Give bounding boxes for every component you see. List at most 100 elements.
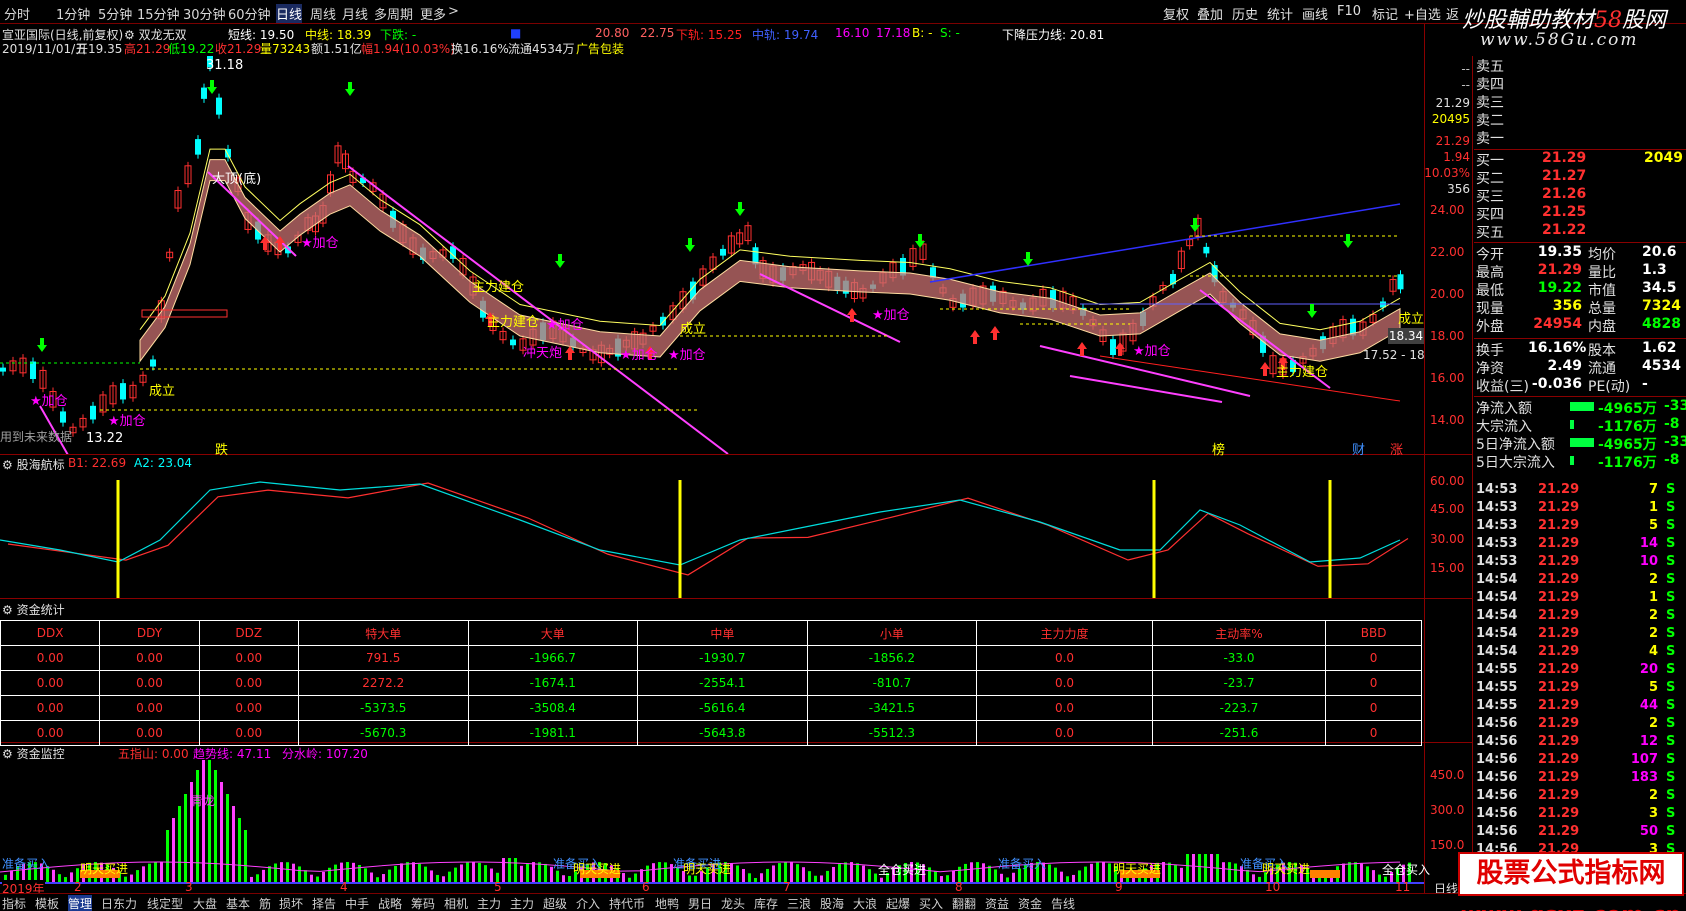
tick-row[interactable]: 14:54 21.29 2 S (1474, 608, 1686, 626)
bottom-tab[interactable]: 起爆 (886, 895, 910, 911)
bottom-tab[interactable]: 筋 (259, 895, 271, 911)
tick-row[interactable]: 14:55 21.29 5 S (1474, 680, 1686, 698)
bottom-tab[interactable]: 告线 (1051, 895, 1075, 911)
tick-row[interactable]: 14:56 21.29 107 S (1474, 752, 1686, 770)
bottom-tab[interactable]: 资金 (1018, 895, 1042, 911)
tick-price: 21.29 (1538, 680, 1580, 695)
funds-col-6[interactable]: 小单 (806, 620, 978, 646)
f10-button[interactable]: F10 (1337, 4, 1361, 19)
bottom-tab[interactable]: 线定型 (147, 895, 183, 911)
oscillator-chart[interactable] (0, 470, 1424, 598)
monitor-settings-icon[interactable]: ⚙ (2, 747, 17, 761)
period-daily[interactable]: 日线 (276, 4, 303, 23)
overlay-button[interactable]: 叠加 (1197, 4, 1223, 23)
table-row[interactable]: 0.00 0.00 0.00 2272.2 -1674.1 -2554.1 -810.7 0.… (0, 670, 1422, 696)
tick-time: 14:55 (1476, 680, 1518, 695)
table-row[interactable]: 0.00 0.00 0.00 -5373.5 -3508.4 -5616.4 -3421.5… (0, 695, 1422, 721)
period-monthly[interactable]: 月线 (342, 4, 368, 23)
history-button[interactable]: 历史 (1232, 4, 1258, 23)
table-row[interactable]: 0.00 0.00 0.00 791.5 -1966.7 -1930.7 -1856.2 0.… (0, 645, 1422, 671)
bottom-tab[interactable]: 指标 (2, 895, 26, 911)
stat-value: 4534 (1642, 358, 1681, 374)
tick-row[interactable]: 14:53 21.29 10 S (1474, 554, 1686, 572)
period-60min[interactable]: 60分钟 (228, 4, 271, 23)
bottom-tab[interactable]: 大盘 (193, 895, 217, 911)
funds-col-1[interactable]: DDY (99, 620, 200, 646)
table-row[interactable]: 0.00 0.00 0.00 -5670.3 -1981.1 -5643.8 -5512.3… (0, 720, 1422, 746)
bottom-tab[interactable]: 地鸭 (655, 895, 679, 911)
main-price-chart[interactable] (0, 56, 1424, 454)
bottom-tab[interactable]: 大浪 (853, 895, 877, 911)
tick-row[interactable]: 14:54 21.29 4 S (1474, 644, 1686, 662)
mark-button[interactable]: 标记 (1372, 4, 1398, 23)
bottom-tab[interactable]: 模板 (35, 895, 59, 911)
draw-button[interactable]: 画线 (1302, 4, 1328, 23)
funds-table-title[interactable]: ⚙ 资金统计 (2, 601, 65, 618)
tick-row[interactable]: 14:53 21.29 1 S (1474, 500, 1686, 518)
bottom-tab[interactable]: 超级 (543, 895, 567, 911)
bottom-tab[interactable]: 介入 (576, 895, 600, 911)
period-multi[interactable]: 多周期 (374, 4, 413, 23)
tick-row[interactable]: 14:55 21.29 20 S (1474, 662, 1686, 680)
fuquan-button[interactable]: 复权 (1163, 4, 1189, 23)
funds-col-2[interactable]: DDZ (198, 620, 299, 646)
funds-col-7[interactable]: 主力力度 (976, 620, 1153, 646)
period-30min[interactable]: 30分钟 (183, 4, 226, 23)
bottom-tab[interactable]: 主力 (477, 895, 501, 911)
back-button[interactable]: 返 (1446, 4, 1459, 23)
bottom-tab[interactable]: 三浪 (787, 895, 811, 911)
bottom-tab[interactable]: 相机 (444, 895, 468, 911)
table-cell: 0.00 (99, 670, 200, 696)
period-15min[interactable]: 15分钟 (137, 4, 180, 23)
bottom-tab[interactable]: 股海 (820, 895, 844, 911)
tick-row[interactable]: 14:54 21.29 1 S (1474, 590, 1686, 608)
bottom-tab[interactable]: 日东力 (101, 895, 137, 911)
bottom-tab[interactable]: 管理 (68, 895, 93, 911)
period-more[interactable]: 更多 (420, 4, 446, 23)
bottom-tab[interactable]: 基本 (226, 895, 250, 911)
bottom-tab[interactable]: 男日 (688, 895, 712, 911)
funds-col-4[interactable]: 大单 (467, 620, 639, 646)
bottom-tab[interactable]: 中手 (345, 895, 369, 911)
ohlc-high: 高21.29 (124, 42, 171, 56)
tick-row[interactable]: 14:56 21.29 50 S (1474, 824, 1686, 842)
bottom-tab[interactable]: 损坏 (279, 895, 303, 911)
tick-row[interactable]: 14:56 21.29 2 S (1474, 716, 1686, 734)
funds-col-9[interactable]: BBD (1325, 620, 1422, 646)
tick-row[interactable]: 14:55 21.29 44 S (1474, 698, 1686, 716)
bottom-tab[interactable]: 库存 (754, 895, 778, 911)
bottom-tab[interactable]: 资益 (985, 895, 1009, 911)
period-5min[interactable]: 5分钟 (98, 4, 132, 23)
funds-settings-icon[interactable]: ⚙ (2, 603, 17, 617)
tick-list[interactable]: 14:53 21.29 7 S 14:53 21.29 1 S 14:53 21.29 5 S 14:5… (1474, 482, 1686, 882)
bottom-tab[interactable]: 择告 (312, 895, 336, 911)
volume-bar (520, 865, 523, 882)
bottom-tab[interactable]: 筹码 (411, 895, 435, 911)
more-arrow-icon[interactable]: > (448, 4, 459, 19)
tick-row[interactable]: 14:53 21.29 5 S (1474, 518, 1686, 536)
funds-col-8[interactable]: 主动率% (1151, 620, 1327, 646)
bottom-tab[interactable]: 持代币 (609, 895, 645, 911)
period-fenshi[interactable]: 分时 (4, 4, 30, 23)
bottom-tab[interactable]: 翻翻 (952, 895, 976, 911)
tick-row[interactable]: 14:53 21.29 7 S (1474, 482, 1686, 500)
tick-row[interactable]: 14:56 21.29 3 S (1474, 806, 1686, 824)
bottom-tab[interactable]: 买入 (919, 895, 943, 911)
stats-button[interactable]: 统计 (1267, 4, 1293, 23)
funds-col-3[interactable]: 特大单 (297, 620, 469, 646)
tick-row[interactable]: 14:56 21.29 12 S (1474, 734, 1686, 752)
tick-row[interactable]: 14:53 21.29 14 S (1474, 536, 1686, 554)
tick-row[interactable]: 14:54 21.29 2 S (1474, 626, 1686, 644)
bottom-tab[interactable]: 主力 (510, 895, 534, 911)
bottom-tab[interactable]: 战略 (378, 895, 402, 911)
funds-col-5[interactable]: 中单 (637, 620, 808, 646)
tick-row[interactable]: 14:56 21.29 183 S (1474, 770, 1686, 788)
bottom-tab[interactable]: 龙头 (721, 895, 745, 911)
tick-row[interactable]: 14:56 21.29 2 S (1474, 788, 1686, 806)
add-favorite-button[interactable]: +自选 (1404, 4, 1441, 23)
volume-bar (406, 862, 409, 882)
tick-row[interactable]: 14:54 21.29 2 S (1474, 572, 1686, 590)
period-weekly[interactable]: 周线 (310, 4, 336, 23)
period-1min[interactable]: 1分钟 (56, 4, 90, 23)
funds-col-0[interactable]: DDX (0, 620, 101, 646)
